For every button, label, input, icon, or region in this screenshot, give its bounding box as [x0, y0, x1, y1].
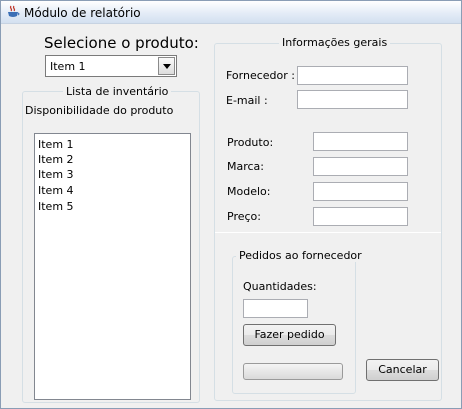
- price-field[interactable]: [313, 207, 408, 226]
- inventory-group-title: Lista de inventário: [63, 85, 172, 98]
- email-label: E-mail :: [226, 94, 268, 107]
- product-label: Produto:: [227, 136, 274, 149]
- supplier-field[interactable]: [297, 66, 408, 85]
- brand-label: Marca:: [227, 160, 265, 173]
- report-module-window: Módulo de relatório Selecione o produto:…: [0, 0, 462, 409]
- general-info-group-title: Informações gerais: [279, 36, 391, 49]
- java-cup-icon: [6, 5, 20, 19]
- list-item[interactable]: Item 3: [38, 168, 74, 181]
- title-bar: Módulo de relatório: [1, 1, 461, 24]
- availability-label: Disponibilidade do produto: [25, 104, 174, 117]
- model-field[interactable]: [313, 182, 408, 201]
- separator: [215, 232, 441, 233]
- quantities-label: Quantidades:: [243, 280, 317, 293]
- product-combobox-value: Item 1: [50, 60, 86, 73]
- list-item[interactable]: Item 2: [38, 153, 74, 166]
- list-item[interactable]: Item 5: [38, 200, 74, 213]
- list-item[interactable]: Item 4: [38, 184, 74, 197]
- orders-group-title: Pedidos ao fornecedor: [236, 249, 365, 262]
- supplier-label: Fornecedor :: [226, 69, 295, 82]
- price-label: Preço:: [227, 210, 261, 223]
- brand-field[interactable]: [313, 157, 408, 176]
- order-progress-bar: [243, 363, 343, 380]
- select-product-label: Selecione o produto:: [44, 34, 199, 52]
- quantity-field[interactable]: [243, 299, 308, 318]
- chevron-down-icon[interactable]: [158, 57, 175, 75]
- product-field[interactable]: [313, 132, 408, 151]
- window-title: Módulo de relatório: [24, 6, 141, 20]
- email-field[interactable]: [297, 90, 408, 109]
- product-combobox[interactable]: Item 1: [45, 55, 177, 77]
- model-label: Modelo:: [227, 185, 271, 198]
- place-order-button[interactable]: Fazer pedido: [243, 324, 336, 346]
- cancel-button[interactable]: Cancelar: [366, 359, 439, 381]
- inventory-list[interactable]: Item 1 Item 2 Item 3 Item 4 Item 5: [34, 133, 191, 400]
- list-item[interactable]: Item 1: [38, 138, 74, 151]
